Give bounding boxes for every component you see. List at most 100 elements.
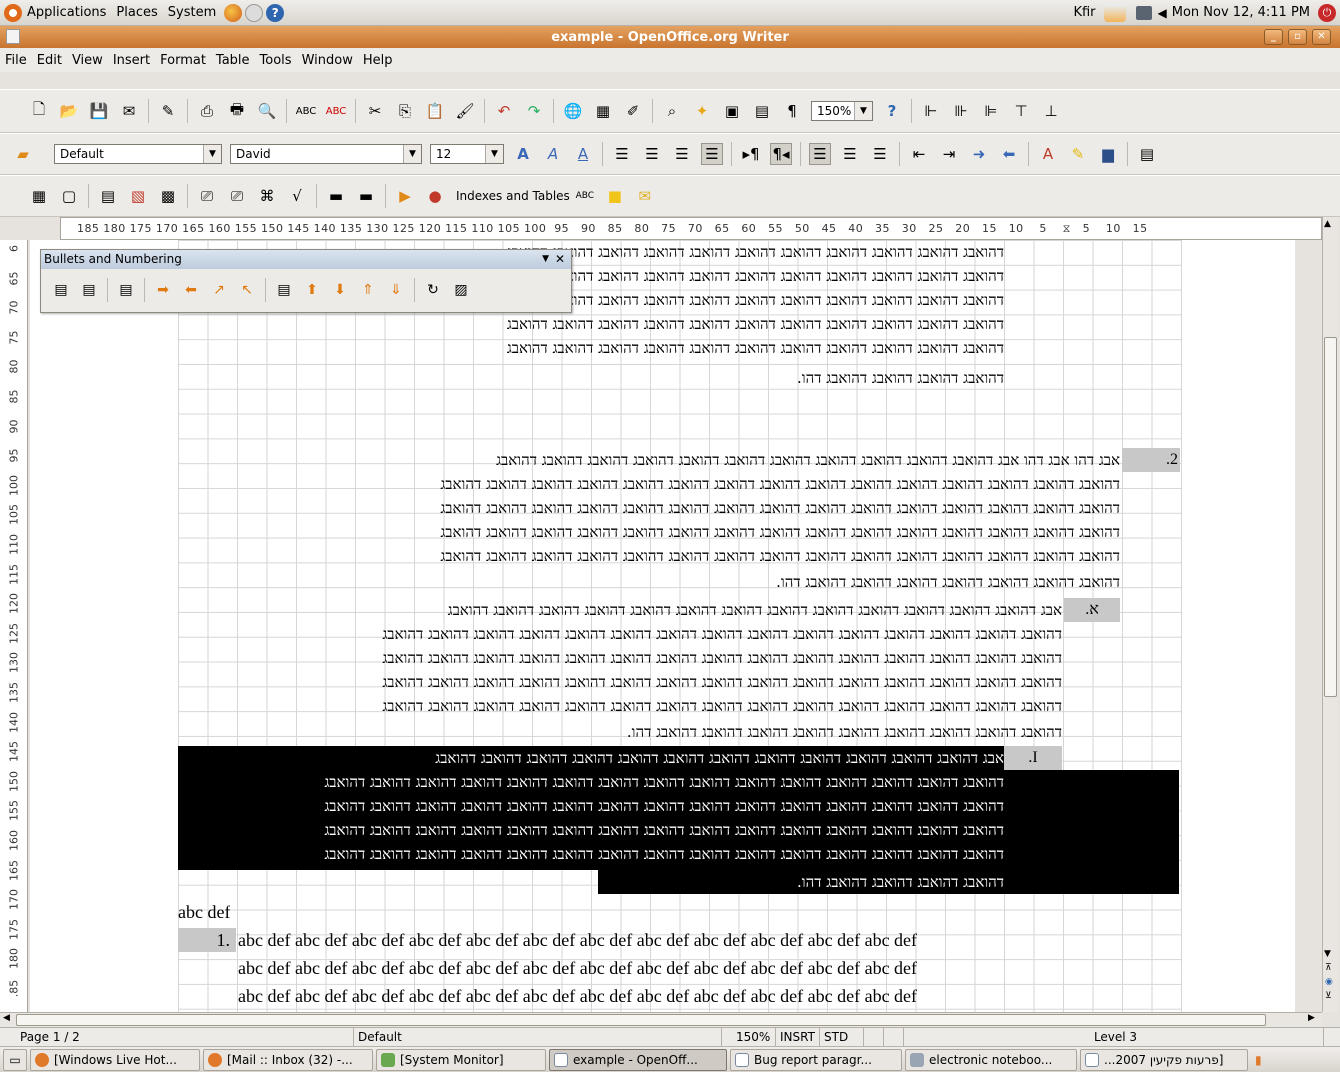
page-preview-icon[interactable]: 🔍 [256, 100, 278, 122]
next-page-icon[interactable]: ⊻ [1325, 991, 1332, 1001]
system-menu[interactable]: System [163, 5, 221, 20]
insert-image-icon[interactable]: ▧ [127, 185, 149, 207]
page-indicator[interactable]: Page 1 / 2 [16, 1028, 354, 1047]
text-line[interactable]: דהואבג דהואבג דהואבג דהואבג דהואבג דהואב… [178, 496, 1120, 520]
taskbar-item[interactable]: example - OpenOff... [549, 1048, 727, 1071]
data-sources-icon[interactable]: ▤ [751, 100, 773, 122]
italic-icon[interactable]: A [542, 143, 564, 165]
table-icon[interactable]: ▦ [592, 100, 614, 122]
clock[interactable]: Mon Nov 12, 4:11 PM [1167, 5, 1315, 20]
scroll-right-arrow-icon[interactable]: ▶ [1308, 1013, 1315, 1023]
insert-chart-icon[interactable]: ▩ [157, 185, 179, 207]
entry-without-number-icon[interactable]: ▤ [115, 279, 137, 301]
selection-mode[interactable]: STD [820, 1028, 864, 1047]
window-titlebar[interactable]: example - OpenOffice.org Writer _ ▫ ✕ [0, 26, 1340, 48]
help-icon[interactable]: ? [266, 3, 285, 22]
menu-edit[interactable]: Edit [32, 53, 67, 68]
text-line[interactable]: דהואבג דהואבג דהואבג דהואבג דהואבג דהואב… [178, 544, 1120, 568]
text-line[interactable]: abc def [178, 900, 230, 924]
align-right-icon[interactable]: ☰ [671, 143, 693, 165]
rtl-icon[interactable]: ¶◂ [770, 143, 792, 165]
numbering-on-icon[interactable]: ☰ [809, 143, 831, 165]
document-modified[interactable] [884, 1028, 904, 1047]
email-icon[interactable]: ✉ [118, 100, 140, 122]
menu-view[interactable]: View [67, 53, 108, 68]
print-icon[interactable]: 🖶 [226, 100, 248, 122]
numbering-options-icon[interactable]: ▨ [450, 279, 472, 301]
page-style[interactable]: Default [354, 1028, 722, 1047]
index-entry-icon[interactable]: ABC [574, 185, 596, 207]
bullets-toolbar-titlebar[interactable]: Bullets and Numbering ▼ ✕ [41, 250, 571, 269]
menu-window[interactable]: Window [297, 53, 358, 68]
text-line[interactable]: דהואבג דהואבג דהואבג דהואבג דהואבג דהואב… [178, 818, 1004, 842]
mail-icon[interactable] [245, 3, 264, 22]
increase-indent-icon[interactable]: ⇥ [938, 143, 960, 165]
redo-icon[interactable]: ↷ [523, 100, 545, 122]
places-menu[interactable]: Places [111, 5, 162, 20]
background-color-icon[interactable]: ▆ [1097, 143, 1119, 165]
taskbar-item[interactable]: [System Monitor] [376, 1048, 546, 1071]
export-pdf-icon[interactable]: ⎙ [196, 100, 218, 122]
note-icon[interactable]: ■ [604, 185, 626, 207]
text-line[interactable]: דהואבג דהואבג דהואבג דהואבג דהואבג דהואב… [178, 770, 1004, 794]
ubuntu-logo-icon[interactable] [4, 3, 22, 22]
navigation-icon[interactable]: ◉ [1325, 977, 1333, 987]
restart-numbering-icon[interactable]: ↻ [422, 279, 444, 301]
text-line[interactable]: אבג דהואבג דהואבג דהואבג דהואבג דהואבג ד… [178, 598, 1062, 622]
window-menu-icon[interactable] [6, 29, 20, 44]
chevron-down-icon[interactable]: ▼ [542, 250, 549, 269]
document-page[interactable]: דהואבג דהואבג דהואבג דהואבג דהואבג דהואב… [30, 240, 1295, 1012]
demote-subpoints-icon[interactable]: ↗ [208, 279, 230, 301]
scroll-up-arrow-icon[interactable]: ▲ [1324, 219, 1331, 229]
scrollbar-thumb[interactable] [16, 1014, 1266, 1026]
highlight-icon[interactable]: ✎ [1067, 143, 1089, 165]
zoom-indicator[interactable]: 150% [732, 1028, 776, 1047]
menu-format[interactable]: Format [155, 53, 211, 68]
insert-unnumbered-entry-icon[interactable]: ▤ [273, 279, 295, 301]
chevron-down-icon[interactable]: ▼ [403, 145, 421, 163]
envelope-icon[interactable]: ✉ [634, 185, 656, 207]
text-line[interactable]: דהואבג דהואבג דהואבג דהואבג דהואבג דהואב… [178, 670, 1062, 694]
navigator-icon[interactable]: ✦ [691, 100, 713, 122]
styles-formatting-icon[interactable]: ▰ [12, 143, 34, 165]
previous-page-icon[interactable]: ⊼ [1325, 963, 1332, 973]
indent-left-icon[interactable]: ⬅ [998, 143, 1020, 165]
chevron-down-icon[interactable]: ▼ [854, 102, 872, 120]
horizontal-ruler[interactable]: 185 180 175 170 165 160 155 150 145 140 … [60, 217, 1322, 240]
font-size-select[interactable]: 12 ▼ [430, 144, 504, 164]
text-line[interactable]: אבג דהו אבג דהו אבג דהואבג דהואבג דהואבג… [178, 448, 1120, 472]
text-line[interactable]: abc def abc def abc def abc def abc def … [238, 928, 1186, 952]
special-character-icon[interactable]: ⌘ [256, 185, 278, 207]
promote-icon[interactable]: ⬅ [180, 279, 202, 301]
insert-mode[interactable]: INSRT [776, 1028, 820, 1047]
move-down-subpoints-icon[interactable]: ⇓ [385, 279, 407, 301]
hyperlink-mode[interactable] [864, 1028, 884, 1047]
scroll-left-arrow-icon[interactable]: ◀ [3, 1013, 10, 1023]
text-line[interactable]: דהואבג דהואבג דהואבג דהואבג דהואבג דהואב… [178, 472, 1120, 496]
text-line[interactable]: דהואבג דהואבג דהואבג דהואבג דהואבג דהואב… [178, 622, 1062, 646]
taskbar-item[interactable]: Bug report paragr... [730, 1048, 902, 1071]
insert-footnote-icon[interactable]: ▬ [355, 185, 377, 207]
firefox-icon[interactable] [224, 3, 243, 22]
numbering-off-icon[interactable]: ▤ [50, 279, 72, 301]
more-formatting-icon[interactable]: ▤ [1136, 143, 1158, 165]
chevron-down-icon[interactable]: ▼ [203, 145, 221, 163]
move-up-icon[interactable]: ⬆ [301, 279, 323, 301]
insert-caption-icon[interactable]: ● [424, 185, 446, 207]
show-desktop-button[interactable]: ▭ [3, 1048, 27, 1071]
vertical-ruler[interactable]: 6 65 70 75 80 85 90 95 100 105 110 115 120 125 130 135 1… [0, 240, 28, 1012]
align-top-objects-icon[interactable]: ⊤ [1010, 100, 1032, 122]
taskbar-item[interactable]: [פרעות פקיעין 2007... [1080, 1048, 1248, 1071]
volume-icon[interactable]: ◀︎ [1158, 6, 1167, 20]
insert-object-icon[interactable]: ⎚ [226, 185, 248, 207]
insert-header-icon[interactable]: ▬ [325, 185, 347, 207]
minimize-button[interactable]: _ [1264, 29, 1283, 45]
clone-format-icon[interactable]: 🖌 [454, 100, 476, 122]
bullets-on-icon[interactable]: ☰ [839, 143, 861, 165]
demote-icon[interactable]: ➡ [152, 279, 174, 301]
zoom-select[interactable]: 150% ▼ [811, 101, 873, 121]
justify-icon[interactable]: ☰ [701, 143, 723, 165]
underline-icon[interactable]: A [572, 143, 594, 165]
taskbar-item[interactable]: [Windows Live Hot... [30, 1048, 200, 1071]
align-left-objects-icon[interactable]: ⊩ [920, 100, 942, 122]
